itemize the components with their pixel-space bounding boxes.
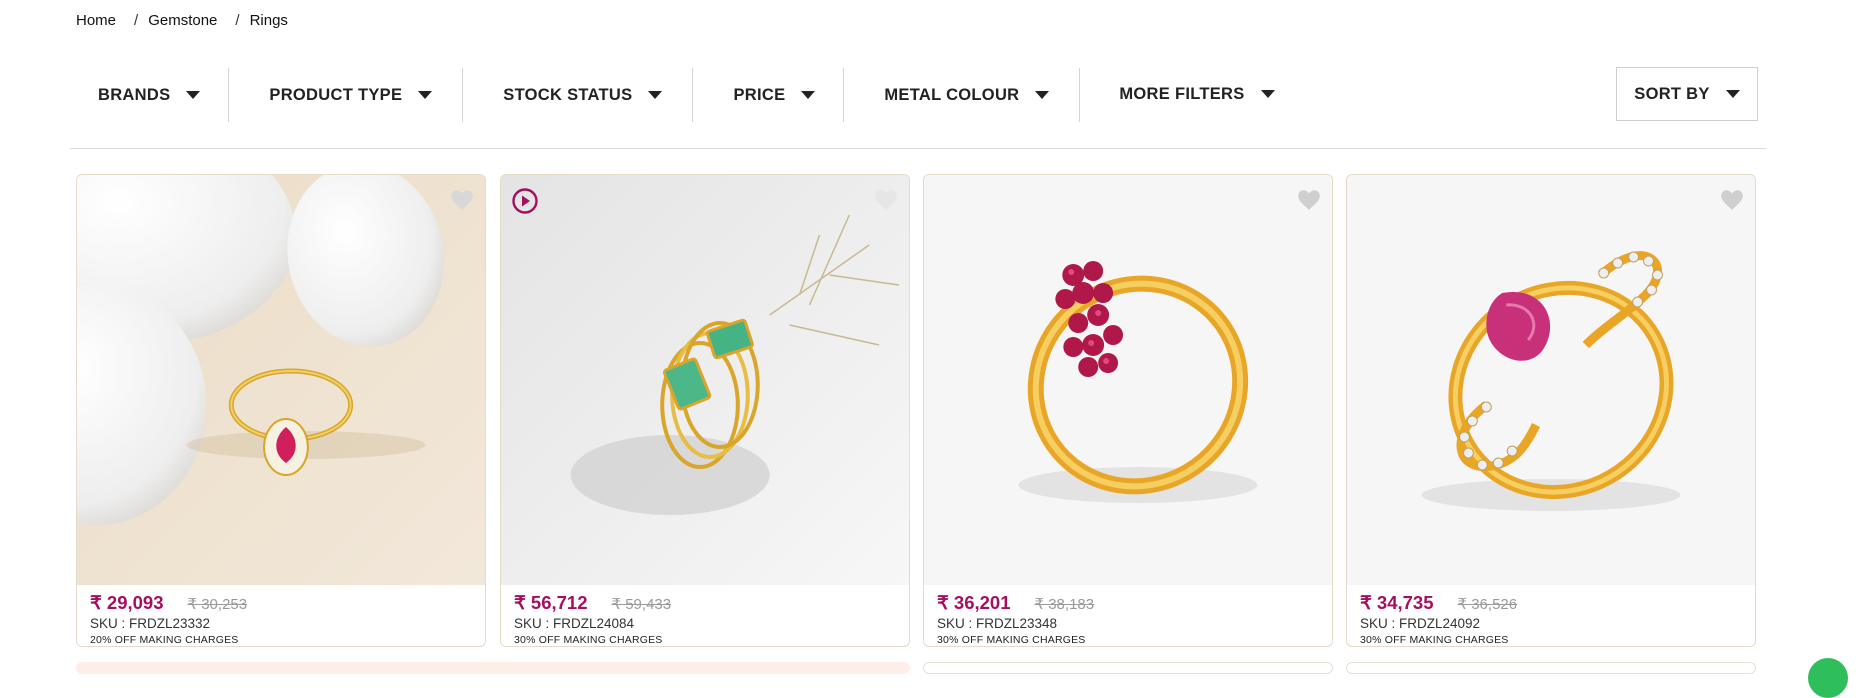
- breadcrumb-home-link[interactable]: Home: [76, 12, 116, 29]
- product-info: ₹ 36,201 ₹ 38,183 SKU : FRDZL23348 30% O…: [937, 592, 1322, 646]
- product-sku: SKU : FRDZL23332: [90, 616, 211, 631]
- product-info: ₹ 34,735 ₹ 36,526 SKU : FRDZL24092 30% O…: [1360, 592, 1745, 646]
- filter-stock-status[interactable]: STOCK STATUS: [463, 68, 692, 122]
- filter-bar: BRANDS PRODUCT TYPE STOCK STATUS PRICE M…: [76, 68, 1305, 122]
- breadcrumb: Home / Gemstone / Rings: [76, 12, 288, 29]
- sort-label: SORT BY: [1634, 84, 1710, 103]
- product-price: ₹ 36,201: [937, 592, 1011, 613]
- heart-icon[interactable]: [873, 187, 899, 213]
- breadcrumb-gemstone-link[interactable]: Gemstone: [148, 12, 217, 29]
- filter-label: PRICE: [733, 85, 786, 104]
- price-row: ₹ 36,201 ₹ 38,183: [937, 592, 1322, 614]
- heart-icon[interactable]: [1296, 187, 1322, 213]
- product-info: ₹ 29,093 ₹ 30,253 SKU : FRDZL23332 20% O…: [90, 592, 475, 646]
- product-offer: 30% OFF MAKING CHARGES: [514, 634, 663, 646]
- chevron-down-icon: [1035, 91, 1050, 99]
- product-sku: SKU : FRDZL24084: [514, 616, 635, 631]
- product-mrp: ₹ 59,433: [611, 596, 672, 613]
- filter-label: METAL COLOUR: [884, 85, 1020, 104]
- chevron-down-icon: [1260, 90, 1275, 98]
- filter-label: STOCK STATUS: [503, 85, 633, 104]
- product-card[interactable]: ₹ 34,735 ₹ 36,526 SKU : FRDZL24092 30% O…: [1346, 174, 1756, 647]
- chevron-down-icon: [648, 91, 663, 99]
- price-row: ₹ 29,093 ₹ 30,253: [90, 592, 475, 614]
- filter-product-type[interactable]: PRODUCT TYPE: [229, 68, 462, 122]
- filter-label: PRODUCT TYPE: [269, 85, 403, 104]
- product-price: ₹ 34,735: [1360, 592, 1434, 613]
- filter-metal-colour[interactable]: METAL COLOUR: [844, 68, 1079, 122]
- product-card[interactable]: ₹ 29,093 ₹ 30,253 SKU : FRDZL23332 20% O…: [76, 174, 486, 647]
- product-mrp: ₹ 36,526: [1457, 596, 1518, 613]
- chevron-down-icon: [801, 91, 816, 99]
- product-sku: SKU : FRDZL24092: [1360, 616, 1481, 631]
- product-image[interactable]: [501, 175, 909, 585]
- play-video-icon[interactable]: [511, 187, 539, 215]
- filter-label: BRANDS: [98, 85, 171, 104]
- filter-more-filters[interactable]: MORE FILTERS: [1080, 68, 1304, 122]
- product-price: ₹ 29,093: [90, 592, 164, 613]
- product-card[interactable]: ₹ 56,712 ₹ 59,433 SKU : FRDZL24084 30% O…: [500, 174, 910, 647]
- product-card[interactable]: [1346, 662, 1756, 674]
- chevron-down-icon: [1725, 90, 1740, 98]
- price-row: ₹ 34,735 ₹ 36,526: [1360, 592, 1745, 614]
- chevron-down-icon: [418, 91, 433, 99]
- product-offer: 30% OFF MAKING CHARGES: [1360, 634, 1509, 646]
- heart-icon[interactable]: [1719, 187, 1745, 213]
- product-mrp: ₹ 30,253: [187, 596, 248, 613]
- breadcrumb-separator: /: [235, 12, 240, 29]
- product-image[interactable]: [1347, 175, 1755, 585]
- product-offer: 20% OFF MAKING CHARGES: [90, 634, 239, 646]
- filter-price[interactable]: PRICE: [693, 68, 843, 122]
- product-image[interactable]: [77, 175, 485, 585]
- product-card[interactable]: ₹ 36,201 ₹ 38,183 SKU : FRDZL23348 30% O…: [923, 174, 1333, 647]
- filter-label: MORE FILTERS: [1119, 84, 1245, 103]
- product-price: ₹ 56,712: [514, 592, 588, 613]
- product-sku: SKU : FRDZL23348: [937, 616, 1058, 631]
- filter-brands[interactable]: BRANDS: [76, 68, 228, 122]
- heart-icon[interactable]: [449, 187, 475, 213]
- product-card[interactable]: [923, 662, 1333, 674]
- product-image[interactable]: [924, 175, 1332, 585]
- breadcrumb-separator: /: [134, 12, 139, 29]
- filter-divider-line: [70, 148, 1766, 149]
- chevron-down-icon: [186, 91, 201, 99]
- sort-by-button[interactable]: SORT BY: [1616, 67, 1758, 121]
- breadcrumb-current: Rings: [249, 12, 288, 29]
- whatsapp-chat-icon[interactable]: [1808, 658, 1848, 698]
- price-row: ₹ 56,712 ₹ 59,433: [514, 592, 899, 614]
- product-mrp: ₹ 38,183: [1034, 596, 1095, 613]
- promo-banner[interactable]: [76, 662, 910, 674]
- product-offer: 30% OFF MAKING CHARGES: [937, 634, 1086, 646]
- product-info: ₹ 56,712 ₹ 59,433 SKU : FRDZL24084 30% O…: [514, 592, 899, 646]
